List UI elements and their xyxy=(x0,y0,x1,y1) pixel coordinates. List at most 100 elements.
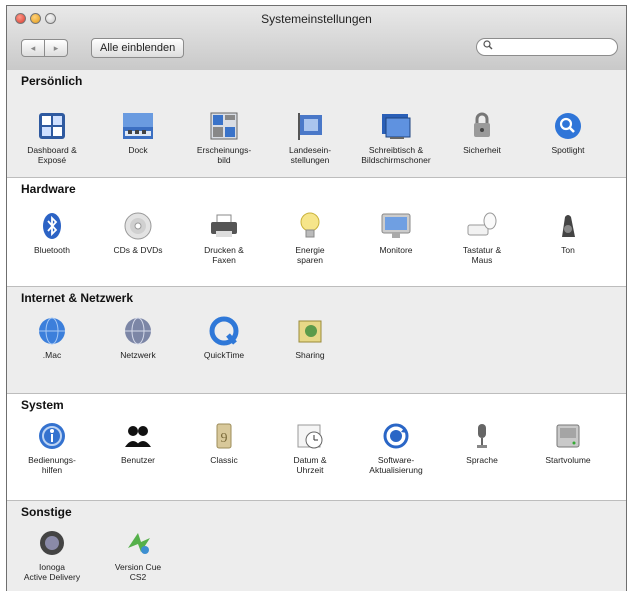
dashboard-icon xyxy=(36,110,68,142)
pane-label: Ton xyxy=(561,245,575,255)
pane-label: CDs & DVDs xyxy=(113,245,163,255)
pane-printing[interactable]: Drucken & Faxen xyxy=(185,210,263,265)
pane-classic[interactable]: 9 Classic xyxy=(185,420,263,465)
pane-label: Monitore xyxy=(379,245,413,255)
pane-network[interactable]: Netzwerk xyxy=(99,315,177,360)
sharing-icon xyxy=(294,315,326,347)
pane-bluetooth[interactable]: Bluetooth xyxy=(13,210,91,255)
section-title: Sonstige xyxy=(21,505,72,519)
mac-globe-icon xyxy=(36,315,68,347)
desktop-icon xyxy=(380,110,412,142)
pane-version-cue[interactable]: Version Cue CS2 xyxy=(99,527,177,582)
forward-button[interactable]: ▸ xyxy=(45,39,68,57)
pane-quicktime[interactable]: QuickTime xyxy=(185,315,263,360)
pane-label: Sharing xyxy=(295,350,325,360)
disk-icon xyxy=(552,420,584,452)
pane-label: Classic xyxy=(210,455,238,465)
pane-label: Bedienungs- hilfen xyxy=(28,455,76,475)
bluetooth-icon xyxy=(36,210,68,242)
pane-energy[interactable]: Energie sparen xyxy=(271,210,349,265)
pane-security[interactable]: Sicherheit xyxy=(443,110,521,155)
pane-label: Netzwerk xyxy=(120,350,156,360)
section-title: Internet & Netzwerk xyxy=(21,291,134,305)
pane-speech[interactable]: Sprache xyxy=(443,420,521,465)
pane-label: Ionoga Active Delivery xyxy=(23,562,81,582)
pane-startup-disk[interactable]: Startvolume xyxy=(529,420,607,465)
title-bar: Systemeinstellungen ◂ ▸ Alle einblenden xyxy=(7,6,626,71)
pane-universal-access[interactable]: Bedienungs- hilfen xyxy=(13,420,91,475)
update-icon xyxy=(380,420,412,452)
cd-icon xyxy=(122,210,154,242)
pane-appearance[interactable]: Erscheinungs- bild xyxy=(185,110,263,165)
pane-dashboard[interactable]: Dashboard & Exposé xyxy=(13,110,91,165)
pane-label: Landesein- stellungen xyxy=(288,145,332,165)
back-button[interactable]: ◂ xyxy=(21,39,45,57)
pane-software-update[interactable]: Software- Aktualisierung xyxy=(357,420,435,475)
pane-accounts[interactable]: Benutzer xyxy=(99,420,177,465)
pane-label: Version Cue CS2 xyxy=(114,562,162,582)
dock-icon xyxy=(122,110,154,142)
pane-label: Dock xyxy=(128,145,148,155)
section-hardware: Hardware Bluetooth CDs & DVDs Drucken & … xyxy=(7,178,626,286)
pane-label: Erscheinungs- bild xyxy=(196,145,252,165)
pane-desktop[interactable]: Schreibtisch & Bildschirmschoner xyxy=(357,110,435,165)
pane-label: Spotlight xyxy=(551,145,585,155)
pane-spotlight[interactable]: Spotlight xyxy=(529,110,607,155)
pane-dock[interactable]: Dock xyxy=(99,110,177,155)
monitor-icon xyxy=(380,210,412,242)
search-input[interactable] xyxy=(497,40,607,54)
pane-sharing[interactable]: Sharing xyxy=(271,315,349,360)
classic-icon: 9 xyxy=(208,420,240,452)
section-other: Sonstige Ionoga Active Delivery Version … xyxy=(7,501,626,591)
pane-label: Datum & Uhrzeit xyxy=(293,455,327,475)
ionoga-icon xyxy=(36,527,68,559)
flag-icon xyxy=(294,110,326,142)
pane-label: Energie sparen xyxy=(295,245,325,265)
search-icon xyxy=(483,40,493,53)
section-title: Persönlich xyxy=(21,74,83,88)
pane-displays[interactable]: Monitore xyxy=(357,210,435,255)
section-title: System xyxy=(21,398,64,412)
keyboard-mouse-icon xyxy=(466,210,498,242)
window-title: Systemeinstellungen xyxy=(261,12,372,26)
pane-label: Sicherheit xyxy=(463,145,501,155)
pane-label: Tastatur & Maus xyxy=(462,245,502,265)
pane-international[interactable]: Landesein- stellungen xyxy=(271,110,349,165)
speaker-icon xyxy=(552,210,584,242)
navigation-buttons: ◂ ▸ xyxy=(21,39,68,57)
lock-icon xyxy=(466,110,498,142)
network-icon xyxy=(122,315,154,347)
clock-icon xyxy=(294,420,326,452)
pane-label: Schreibtisch & Bildschirmschoner xyxy=(361,145,431,165)
pane-label: Sprache xyxy=(466,455,498,465)
pane-keyboard-mouse[interactable]: Tastatur & Maus xyxy=(443,210,521,265)
pane-sound[interactable]: Ton xyxy=(529,210,607,255)
search-field[interactable] xyxy=(476,38,618,56)
pane-label: Dashboard & Exposé xyxy=(27,145,77,165)
pane-ionoga[interactable]: Ionoga Active Delivery xyxy=(13,527,91,582)
pane-date-time[interactable]: Datum & Uhrzeit xyxy=(271,420,349,475)
pane-label: Benutzer xyxy=(120,455,156,465)
pane-label: Startvolume xyxy=(545,455,591,465)
section-personal: Persönlich Dashboard & Exposé Dock Ersch… xyxy=(7,70,626,177)
quicktime-icon xyxy=(208,315,240,347)
show-all-button[interactable]: Alle einblenden xyxy=(91,38,185,58)
appearance-icon xyxy=(208,110,240,142)
preferences-window: Systemeinstellungen ◂ ▸ Alle einblenden … xyxy=(6,5,627,591)
pane-mac[interactable]: .Mac xyxy=(13,315,91,360)
users-icon xyxy=(122,420,154,452)
pane-cds-dvds[interactable]: CDs & DVDs xyxy=(99,210,177,255)
pane-label: Software- Aktualisierung xyxy=(369,455,423,475)
section-internet: Internet & Netzwerk .Mac Netzwerk QuickT… xyxy=(7,287,626,393)
microphone-icon xyxy=(466,420,498,452)
bulb-icon xyxy=(294,210,326,242)
spotlight-icon xyxy=(552,110,584,142)
version-cue-icon xyxy=(122,527,154,559)
pane-label: QuickTime xyxy=(203,350,245,360)
pane-label: Drucken & Faxen xyxy=(204,245,244,265)
section-system: System Bedienungs- hilfen Benutzer 9 Cla… xyxy=(7,394,626,500)
pane-label: .Mac xyxy=(42,350,62,360)
printer-icon xyxy=(208,210,240,242)
accessibility-icon xyxy=(36,420,68,452)
section-title: Hardware xyxy=(21,182,76,196)
